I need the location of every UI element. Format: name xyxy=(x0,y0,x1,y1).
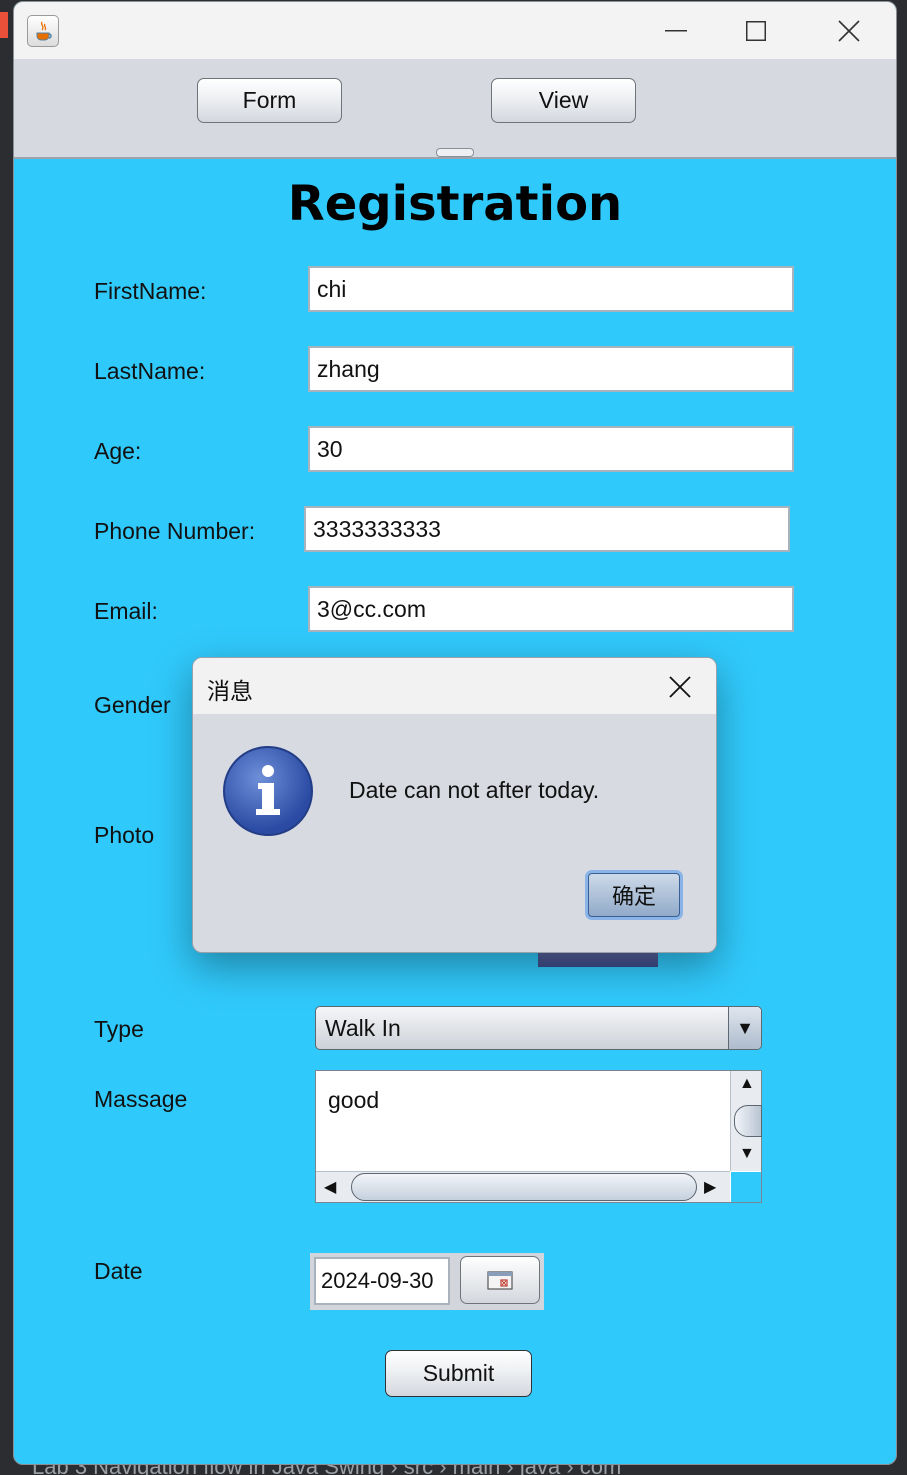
ide-accent-mark xyxy=(0,12,8,38)
calendar-icon xyxy=(487,1271,513,1290)
horizontal-scroll-thumb[interactable] xyxy=(351,1173,697,1201)
java-app-icon xyxy=(27,15,59,47)
vertical-scrollbar[interactable]: ▲ ▼ xyxy=(730,1071,762,1171)
email-field[interactable]: 3@cc.com xyxy=(308,586,794,632)
phone-label: Phone Number: xyxy=(94,518,256,544)
message-text: good xyxy=(328,1087,380,1113)
ok-button[interactable]: 确定 xyxy=(585,870,683,920)
split-pane-divider[interactable] xyxy=(14,143,896,159)
close-icon[interactable] xyxy=(819,2,879,59)
scroll-up-icon[interactable]: ▲ xyxy=(739,1075,755,1093)
horizontal-scrollbar[interactable]: ◀ ▶ xyxy=(316,1171,730,1202)
message-textarea[interactable]: good ▲ ▼ ◀ ▶ xyxy=(315,1070,762,1203)
date-field[interactable]: 2024-09-30 xyxy=(314,1257,450,1305)
dialog-title-bar: 消息 xyxy=(193,658,716,714)
info-icon xyxy=(223,746,313,836)
vertical-scroll-thumb[interactable] xyxy=(734,1105,762,1137)
submit-button[interactable]: Submit xyxy=(385,1350,532,1397)
first-name-label: FirstName: xyxy=(94,278,207,304)
scroll-corner xyxy=(731,1172,761,1202)
toolbar: Form View xyxy=(14,59,896,144)
calendar-button[interactable] xyxy=(460,1256,540,1304)
message-label: Massage xyxy=(94,1086,188,1112)
view-button[interactable]: View xyxy=(491,78,636,123)
minimize-icon[interactable] xyxy=(646,2,706,59)
type-label: Type xyxy=(94,1016,144,1042)
dialog-close-icon[interactable] xyxy=(663,670,697,704)
divider-grip-icon[interactable] xyxy=(436,148,474,157)
dialog-message: Date can not after today. xyxy=(349,777,600,803)
page-title: Registration xyxy=(287,176,623,232)
date-picker: 2024-09-30 xyxy=(310,1253,544,1310)
last-name-field[interactable]: zhang xyxy=(308,346,794,392)
dialog-title: 消息 xyxy=(207,679,253,705)
ok-button-label: 确定 xyxy=(611,885,656,910)
age-label: Age: xyxy=(94,438,142,464)
scroll-left-icon[interactable]: ◀ xyxy=(324,1177,336,1197)
first-name-field[interactable]: chi xyxy=(308,266,794,312)
photo-label: Photo xyxy=(94,822,155,848)
gender-label: Gender xyxy=(94,692,171,718)
age-field[interactable]: 30 xyxy=(308,426,794,472)
email-label: Email: xyxy=(94,598,158,624)
form-button[interactable]: Form xyxy=(197,78,342,123)
ide-background xyxy=(0,0,14,1475)
title-bar xyxy=(14,2,896,59)
maximize-icon[interactable] xyxy=(726,2,786,59)
phone-field[interactable]: 3333333333 xyxy=(304,506,790,552)
message-dialog: 消息 Date can not after today. 确定 xyxy=(192,657,717,953)
type-dropdown[interactable]: Walk In ▼ xyxy=(315,1006,762,1050)
date-label: Date xyxy=(94,1258,143,1284)
scroll-right-icon[interactable]: ▶ xyxy=(704,1177,716,1197)
last-name-label: LastName: xyxy=(94,358,206,384)
scroll-down-icon[interactable]: ▼ xyxy=(739,1145,755,1163)
type-selected-value: Walk In xyxy=(325,1015,401,1041)
chevron-down-icon[interactable]: ▼ xyxy=(728,1007,761,1049)
